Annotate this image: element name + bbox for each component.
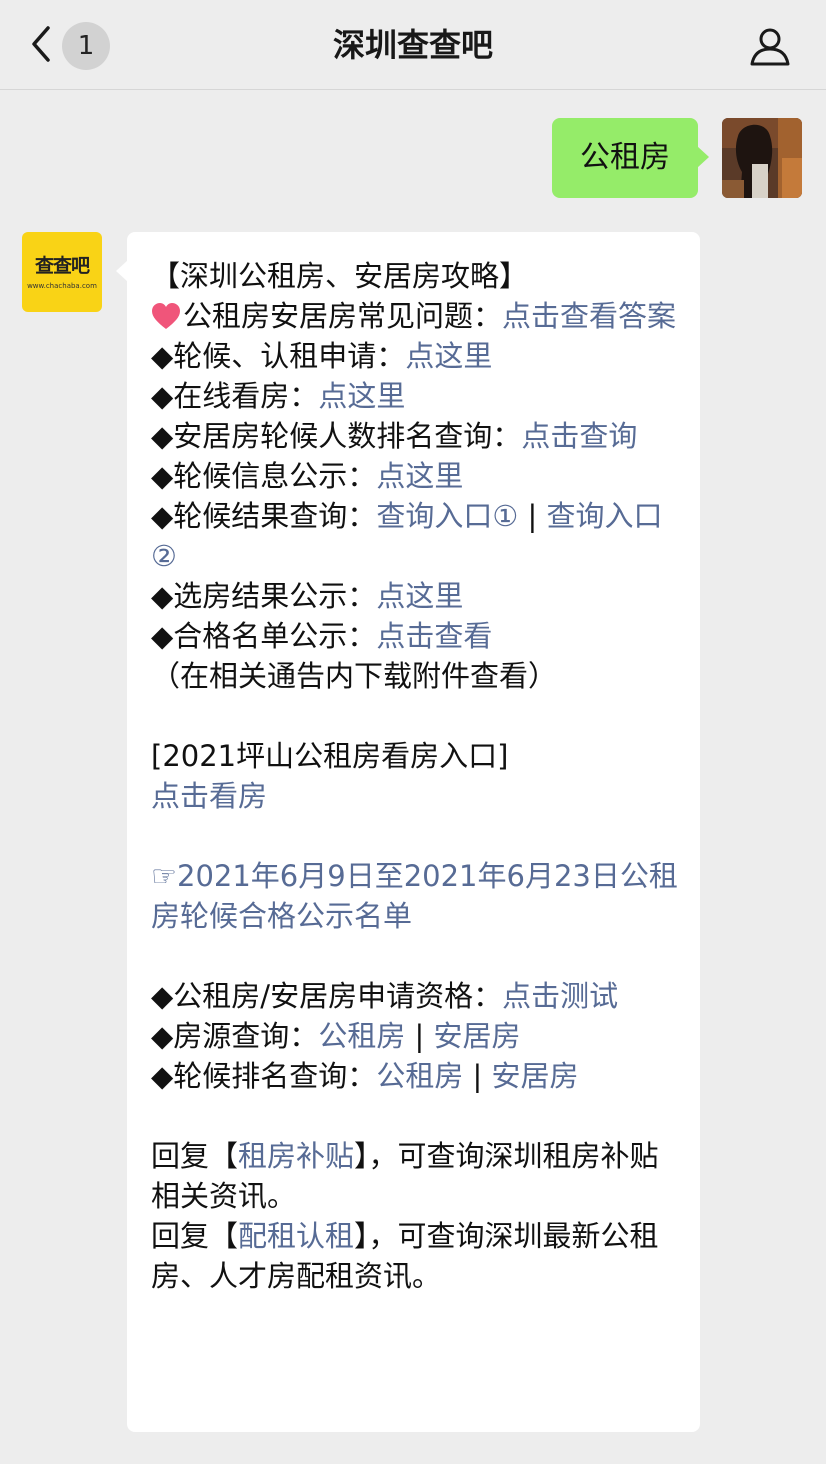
apply-link[interactable]: 点这里 <box>405 339 492 373</box>
chevron-left-icon <box>32 26 50 62</box>
rank-query-label: ◆安居房轮候人数排名查询： <box>151 419 522 453</box>
eligibility-line: ◆公租房/安居房申请资格：点击测试 <box>151 976 680 1016</box>
separator: | <box>518 499 547 533</box>
online-viewing-label: ◆在线看房： <box>151 379 319 413</box>
person-icon <box>750 28 790 66</box>
notice-line: ☞2021年6月9日至2021年6月23日公租房轮候合格公示名单 <box>151 856 680 936</box>
housing-source-line: ◆房源查询：公租房 | 安居房 <box>151 1016 680 1056</box>
queue-result-label: ◆轮候结果查询： <box>151 499 377 533</box>
logo-text: 查查吧 <box>34 255 90 277</box>
separator: | <box>405 1019 434 1053</box>
online-viewing-line: ◆在线看房：点这里 <box>151 376 680 416</box>
queue-rank-link-public[interactable]: 公租房 <box>376 1059 463 1093</box>
allocation-keyword-link[interactable]: 配租认租 <box>238 1219 354 1253</box>
pingshan-title: [2021坪山公租房看房入口] <box>151 739 509 773</box>
chat-title: 深圳查查吧 <box>332 26 493 64</box>
user-photo <box>722 118 802 198</box>
faq-link[interactable]: 点击查看答案 <box>502 299 676 333</box>
logo-url: www.chachaba.com <box>27 282 97 290</box>
queue-info-line: ◆轮候信息公示：点这里 <box>151 456 680 496</box>
housing-source-label: ◆房源查询： <box>151 1019 319 1053</box>
faq-line: 公租房安居房常见问题：点击查看答案 <box>151 296 680 336</box>
qualified-note: （在相关通告内下载附件查看） <box>151 659 558 693</box>
queue-rank-label: ◆轮候排名查询： <box>151 1059 377 1093</box>
reply-prefix: 回复【 <box>151 1219 239 1253</box>
pointing-hand-icon: ☞ <box>151 859 177 893</box>
heart-icon <box>152 303 180 329</box>
qualified-list-label: ◆合格名单公示： <box>151 619 377 653</box>
selection-result-line: ◆选房结果公示：点这里 <box>151 576 680 616</box>
queue-info-label: ◆轮候信息公示： <box>151 459 377 493</box>
chat-header: 1 深圳查查吧 <box>0 0 826 90</box>
reply-hint-allocation: 回复【配租认租】，可查询深圳最新公租房、人才房配租资讯。 <box>151 1216 680 1296</box>
separator: | <box>463 1059 492 1093</box>
reply-hint-subsidy: 回复【租房补贴】，可查询深圳租房补贴相关资讯。 <box>151 1136 680 1216</box>
my-avatar[interactable] <box>722 118 802 198</box>
pingshan-line: 点击看房 <box>151 776 680 816</box>
official-account-avatar[interactable]: 查查吧 www.chachaba.com <box>22 232 102 312</box>
pingshan-link[interactable]: 点击看房 <box>151 779 267 813</box>
housing-source-link-public[interactable]: 公租房 <box>318 1019 405 1053</box>
rank-query-line: ◆安居房轮候人数排名查询：点击查询 <box>151 416 680 456</box>
eligibility-link[interactable]: 点击测试 <box>502 979 618 1013</box>
subsidy-keyword-link[interactable]: 租房补贴 <box>238 1139 354 1173</box>
apply-line: ◆轮候、认租申请：点这里 <box>151 336 680 376</box>
apply-label: ◆轮候、认租申请： <box>151 339 406 373</box>
reply-prefix: 回复【 <box>151 1139 239 1173</box>
profile-button[interactable] <box>748 24 792 68</box>
message-heading: 【深圳公租房、安居房攻略】 <box>151 259 529 293</box>
online-viewing-link[interactable]: 点这里 <box>318 379 405 413</box>
back-button[interactable] <box>26 22 56 66</box>
queue-info-link[interactable]: 点这里 <box>376 459 463 493</box>
faq-label: 公租房安居房常见问题： <box>183 299 503 333</box>
unread-count-badge[interactable]: 1 <box>62 22 110 70</box>
selection-result-label: ◆选房结果公示： <box>151 579 377 613</box>
selection-result-link[interactable]: 点这里 <box>376 579 463 613</box>
queue-rank-line: ◆轮候排名查询：公租房 | 安居房 <box>151 1056 680 1096</box>
eligibility-label: ◆公租房/安居房申请资格： <box>151 979 503 1013</box>
outgoing-message-text: 公租房 <box>580 140 670 175</box>
rank-query-link[interactable]: 点击查询 <box>521 419 637 453</box>
housing-source-link-anju[interactable]: 安居房 <box>434 1019 521 1053</box>
qualified-list-line: ◆合格名单公示：点击查看 <box>151 616 680 656</box>
notice-link[interactable]: 2021年6月9日至2021年6月23日公租房轮候合格公示名单 <box>151 859 678 933</box>
qualified-list-link[interactable]: 点击查看 <box>376 619 492 653</box>
outgoing-message-bubble[interactable]: 公租房 <box>552 118 709 198</box>
incoming-message-bubble: 【深圳公租房、安居房攻略】 公租房安居房常见问题：点击查看答案 ◆轮候、认租申请… <box>116 232 700 1432</box>
queue-result-line: ◆轮候结果查询：查询入口① | 查询入口② <box>151 496 680 576</box>
queue-result-link-1[interactable]: 查询入口① <box>376 499 518 533</box>
queue-rank-link-anju[interactable]: 安居房 <box>492 1059 579 1093</box>
